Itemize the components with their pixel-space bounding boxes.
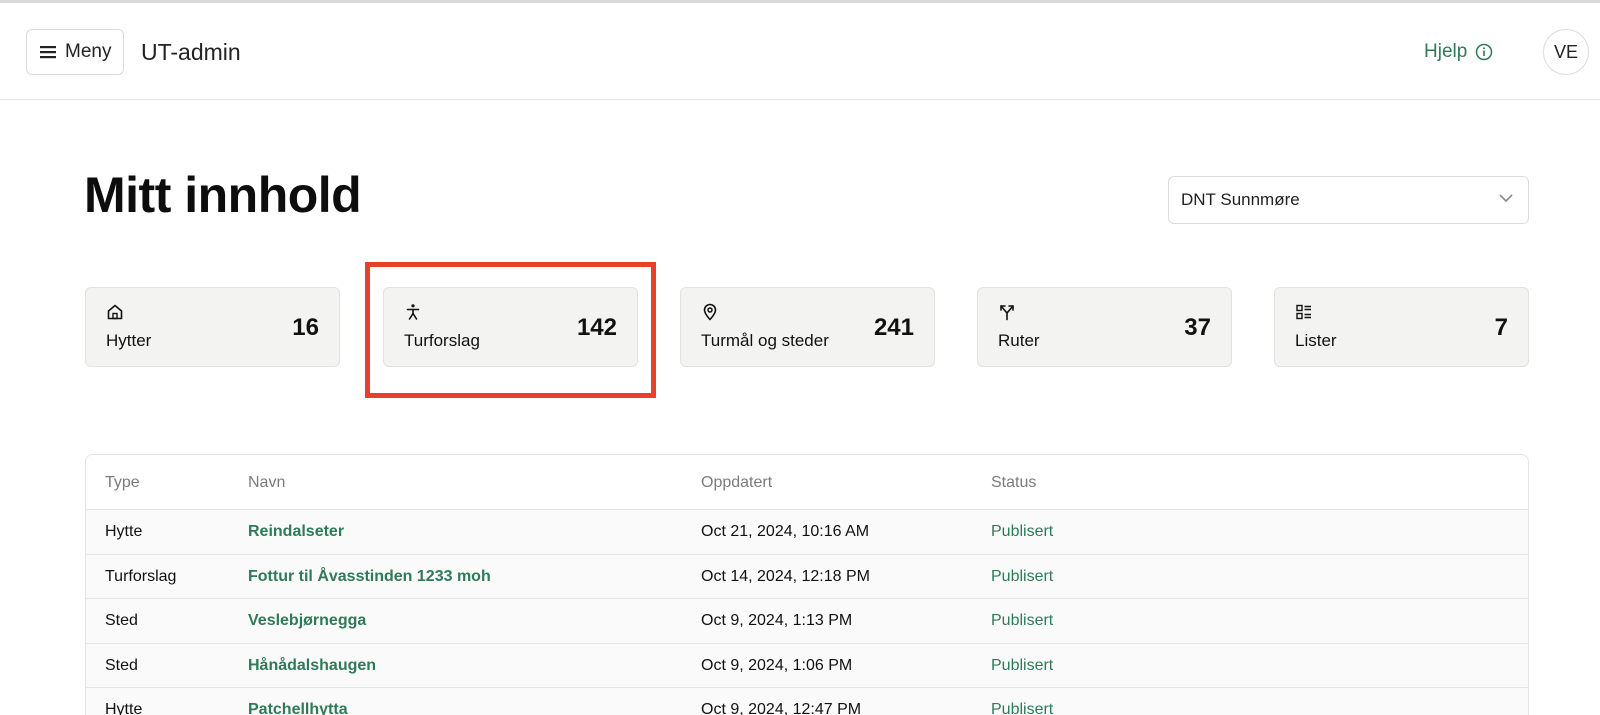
cell-updated: Oct 21, 2024, 10:16 AM — [701, 523, 870, 540]
user-avatar[interactable]: VE — [1543, 29, 1589, 75]
card-lister[interactable]: Lister 7 — [1274, 287, 1529, 367]
column-header-updated[interactable]: Oppdatert — [701, 474, 772, 492]
cell-name-link[interactable]: Fottur til Åvasstinden 1233 moh — [248, 568, 491, 586]
table-row[interactable]: Sted Veslebjørnegga Oct 9, 2024, 1:13 PM… — [86, 599, 1528, 644]
cell-status: Publisert — [991, 656, 1054, 674]
card-label: Turforslag — [404, 331, 480, 350]
cell-name-link[interactable]: Patchellhytta — [248, 701, 348, 715]
cell-status: Publisert — [991, 567, 1054, 585]
card-count: 142 — [576, 314, 617, 341]
cell-type: Sted — [105, 612, 138, 629]
cell-updated: Oct 9, 2024, 12:47 PM — [701, 701, 862, 715]
card-ruter[interactable]: Ruter 37 — [977, 287, 1232, 367]
help-link[interactable]: Hjelp — [1424, 41, 1493, 63]
table-header: Type Navn Oppdatert Status — [86, 455, 1528, 510]
cell-type: Turforslag — [105, 567, 177, 585]
cell-type: Hytte — [105, 701, 143, 715]
card-hytter[interactable]: Hytter 16 — [85, 287, 340, 367]
card-count: 241 — [873, 314, 914, 341]
content-table: Type Navn Oppdatert Status Hytte Reindal… — [85, 454, 1529, 715]
card-label: Turmål og steder — [701, 331, 829, 350]
cell-name-link[interactable]: Reindalseter — [248, 523, 344, 541]
card-turforslag[interactable]: Turforslag 142 — [383, 287, 638, 367]
table-row[interactable]: Hytte Reindalseter Oct 21, 2024, 10:16 A… — [86, 510, 1528, 555]
column-header-type[interactable]: Type — [105, 474, 140, 492]
card-count: 37 — [1184, 314, 1211, 341]
card-label: Hytter — [106, 331, 152, 350]
page-title: Mitt innhold — [84, 167, 362, 223]
table-row[interactable]: Hytte Patchellhytta Oct 9, 2024, 12:47 P… — [86, 688, 1528, 715]
person-walking-icon — [406, 304, 420, 320]
cell-updated: Oct 9, 2024, 1:06 PM — [701, 656, 853, 674]
card-turmal-og-steder[interactable]: Turmål og steder 241 — [680, 287, 935, 367]
table-row[interactable]: Turforslag Fottur til Åvasstinden 1233 m… — [86, 554, 1528, 599]
hamburger-icon — [40, 46, 56, 59]
cell-name-link[interactable]: Veslebjørnegga — [248, 612, 366, 630]
table-row[interactable]: Sted Hånådalshaugen Oct 9, 2024, 1:06 PM… — [86, 643, 1528, 688]
cell-type: Sted — [105, 656, 138, 674]
app-title: UT-admin — [141, 39, 241, 65]
house-icon — [107, 304, 123, 320]
menu-button-label: Meny — [65, 41, 112, 62]
cell-updated: Oct 14, 2024, 12:18 PM — [701, 567, 870, 585]
menu-button[interactable]: Meny — [26, 29, 124, 75]
cell-type: Hytte — [105, 523, 143, 540]
cell-status: Publisert — [991, 612, 1054, 629]
help-label: Hjelp — [1424, 41, 1468, 62]
cell-status: Publisert — [991, 523, 1054, 540]
cell-name-link[interactable]: Hånådalshaugen — [248, 657, 376, 675]
organization-select[interactable]: DNT Sunnmøre — [1168, 176, 1529, 224]
app-header: Meny UT-admin Hjelp VE — [0, 3, 1600, 100]
list-icon — [1296, 304, 1311, 320]
route-split-icon — [1000, 305, 1014, 321]
card-count: 7 — [1494, 314, 1508, 341]
map-pin-icon — [703, 303, 717, 321]
card-label: Ruter — [998, 331, 1040, 350]
card-label: Lister — [1295, 331, 1337, 350]
card-count: 16 — [292, 314, 319, 341]
cell-status: Publisert — [991, 701, 1054, 715]
column-header-name[interactable]: Navn — [248, 474, 285, 492]
cell-updated: Oct 9, 2024, 1:13 PM — [701, 612, 853, 629]
info-icon — [1476, 43, 1493, 61]
column-header-status[interactable]: Status — [991, 474, 1036, 492]
chevron-down-icon — [1499, 194, 1513, 203]
organization-select-value: DNT Sunnmøre — [1181, 190, 1300, 209]
